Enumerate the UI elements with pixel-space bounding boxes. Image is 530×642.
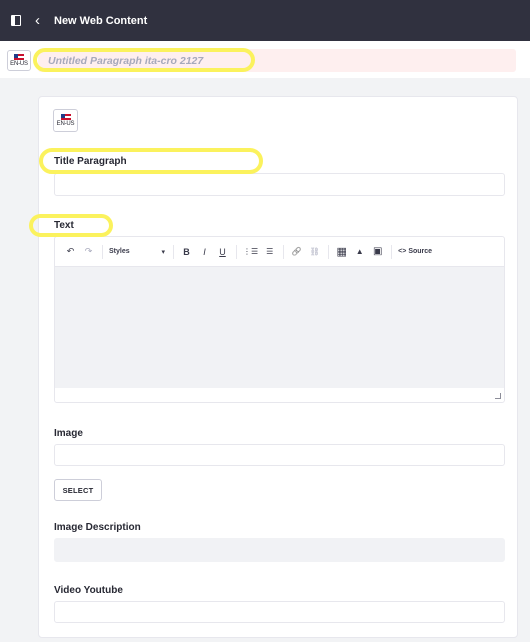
image-description-label: Image Description bbox=[54, 522, 141, 533]
field-locale-selector-button[interactable]: EN-US bbox=[53, 109, 78, 132]
us-flag-icon bbox=[14, 54, 24, 60]
video-icon[interactable]: ▣ bbox=[371, 244, 384, 260]
select-image-button[interactable]: SELECT bbox=[54, 479, 102, 501]
ordered-list-icon[interactable]: ⋮☰ bbox=[243, 244, 258, 260]
sidebar-toggle-icon[interactable] bbox=[11, 15, 21, 26]
resize-handle-icon[interactable] bbox=[495, 393, 501, 399]
us-flag-icon bbox=[60, 114, 71, 120]
redo-icon[interactable]: ↷ bbox=[82, 244, 95, 260]
title-bar: EN-US Untitled Paragraph ita-cro 2127 bbox=[0, 41, 530, 78]
toolbar-divider bbox=[102, 244, 103, 259]
italic-button[interactable]: I bbox=[198, 244, 211, 260]
toolbar-divider bbox=[173, 244, 174, 259]
caret-down-icon: ▾ bbox=[161, 248, 165, 256]
image-input[interactable] bbox=[54, 444, 505, 466]
locale-selector-button[interactable]: EN-US bbox=[7, 50, 31, 71]
image-icon[interactable]: ▲ bbox=[353, 244, 366, 260]
underline-button[interactable]: U bbox=[216, 244, 229, 260]
toolbar-divider bbox=[391, 244, 393, 259]
unlink-icon[interactable]: ⛓ bbox=[308, 244, 321, 260]
text-label: Text bbox=[54, 220, 74, 231]
source-icon: <> bbox=[398, 248, 407, 255]
styles-dropdown[interactable]: Styles ▾ bbox=[109, 248, 165, 256]
undo-icon[interactable]: ↶ bbox=[64, 244, 77, 260]
table-icon[interactable]: ▦ bbox=[335, 244, 348, 260]
toolbar-divider bbox=[328, 244, 330, 259]
content-title-input[interactable]: Untitled Paragraph ita-cro 2127 bbox=[38, 49, 516, 72]
app-header: ‹ New Web Content bbox=[0, 0, 530, 41]
rich-text-editor: ↶ ↷ Styles ▾ B I U ⋮☰ ☰ 🔗 ⛓ ▦ ▲ ▣ <> Sou… bbox=[54, 236, 505, 403]
bold-button[interactable]: B bbox=[180, 244, 193, 260]
title-paragraph-input[interactable] bbox=[54, 173, 505, 196]
locale-label: EN-US bbox=[10, 61, 28, 67]
styles-dropdown-label: Styles bbox=[109, 247, 130, 255]
source-label: Source bbox=[408, 248, 433, 255]
toolbar-divider bbox=[283, 244, 285, 259]
toolbar-divider bbox=[236, 244, 237, 259]
source-button[interactable]: <> Source bbox=[398, 244, 432, 260]
video-youtube-label: Video Youtube bbox=[54, 585, 123, 596]
page-title: New Web Content bbox=[54, 14, 148, 27]
chevron-left-icon[interactable]: ‹ bbox=[35, 13, 40, 28]
video-youtube-input[interactable] bbox=[54, 601, 505, 623]
link-icon[interactable]: 🔗 bbox=[290, 244, 303, 260]
editor-content-area[interactable] bbox=[55, 267, 504, 388]
editor-toolbar: ↶ ↷ Styles ▾ B I U ⋮☰ ☰ 🔗 ⛓ ▦ ▲ ▣ <> Sou… bbox=[55, 237, 504, 267]
image-description-input[interactable] bbox=[54, 538, 505, 562]
unordered-list-icon[interactable]: ☰ bbox=[263, 244, 276, 260]
title-paragraph-label: Title Paragraph bbox=[54, 156, 127, 167]
field-locale-label: EN-US bbox=[56, 121, 75, 127]
image-label: Image bbox=[54, 428, 83, 439]
